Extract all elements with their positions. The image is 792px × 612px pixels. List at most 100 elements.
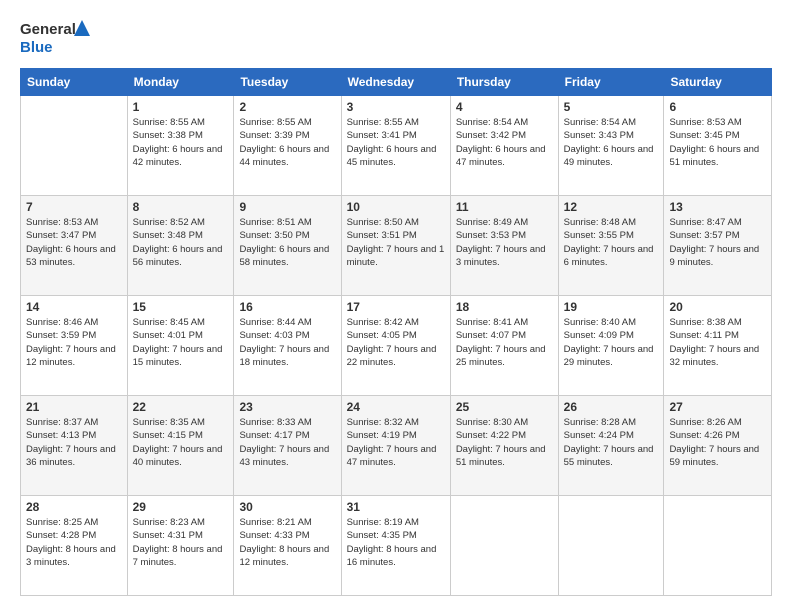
calendar-cell: 1 Sunrise: 8:55 AMSunset: 3:38 PMDaylight…	[127, 96, 234, 196]
day-number: 23	[239, 400, 335, 414]
day-info: Sunrise: 8:47 AMSunset: 3:57 PMDaylight:…	[669, 216, 766, 269]
day-number: 31	[347, 500, 445, 514]
day-number: 6	[669, 100, 766, 114]
day-info: Sunrise: 8:51 AMSunset: 3:50 PMDaylight:…	[239, 216, 335, 269]
calendar-cell: 9 Sunrise: 8:51 AMSunset: 3:50 PMDaylight…	[234, 196, 341, 296]
day-number: 11	[456, 200, 553, 214]
day-info: Sunrise: 8:25 AMSunset: 4:28 PMDaylight:…	[26, 516, 122, 569]
day-info: Sunrise: 8:55 AMSunset: 3:38 PMDaylight:…	[133, 116, 229, 169]
calendar-body: 1 Sunrise: 8:55 AMSunset: 3:38 PMDaylight…	[21, 96, 772, 596]
day-info: Sunrise: 8:38 AMSunset: 4:11 PMDaylight:…	[669, 316, 766, 369]
day-info: Sunrise: 8:44 AMSunset: 4:03 PMDaylight:…	[239, 316, 335, 369]
day-number: 24	[347, 400, 445, 414]
day-info: Sunrise: 8:50 AMSunset: 3:51 PMDaylight:…	[347, 216, 445, 269]
day-info: Sunrise: 8:23 AMSunset: 4:31 PMDaylight:…	[133, 516, 229, 569]
day-info: Sunrise: 8:53 AMSunset: 3:45 PMDaylight:…	[669, 116, 766, 169]
calendar-cell: 17Sunrise: 8:42 AMSunset: 4:05 PMDayligh…	[341, 296, 450, 396]
header: General Blue	[20, 16, 772, 58]
calendar-cell: 2 Sunrise: 8:55 AMSunset: 3:39 PMDaylight…	[234, 96, 341, 196]
day-number: 14	[26, 300, 122, 314]
calendar-cell: 18 Sunrise: 8:41 AMSunset: 4:07 PMDayligh…	[450, 296, 558, 396]
calendar-page: General Blue SundayMondayTuesdayWednesda…	[0, 0, 792, 612]
day-number: 18	[456, 300, 553, 314]
week-row-2: 7 Sunrise: 8:53 AMSunset: 3:47 PMDaylight…	[21, 196, 772, 296]
day-number: 19	[564, 300, 659, 314]
header-monday: Monday	[127, 69, 234, 96]
calendar-cell	[664, 496, 772, 596]
day-info: Sunrise: 8:33 AMSunset: 4:17 PMDaylight:…	[239, 416, 335, 469]
day-info: Sunrise: 8:46 AMSunset: 3:59 PMDaylight:…	[26, 316, 122, 369]
calendar-cell: 13 Sunrise: 8:47 AMSunset: 3:57 PMDayligh…	[664, 196, 772, 296]
day-info: Sunrise: 8:55 AMSunset: 3:39 PMDaylight:…	[239, 116, 335, 169]
day-info: Sunrise: 8:54 AMSunset: 3:43 PMDaylight:…	[564, 116, 659, 169]
calendar-cell: 5Sunrise: 8:54 AMSunset: 3:43 PMDaylight…	[558, 96, 664, 196]
calendar-cell: 26 Sunrise: 8:28 AMSunset: 4:24 PMDayligh…	[558, 396, 664, 496]
calendar-cell: 30Sunrise: 8:21 AMSunset: 4:33 PMDayligh…	[234, 496, 341, 596]
calendar-cell: 28 Sunrise: 8:25 AMSunset: 4:28 PMDayligh…	[21, 496, 128, 596]
day-number: 30	[239, 500, 335, 514]
day-number: 20	[669, 300, 766, 314]
day-info: Sunrise: 8:45 AMSunset: 4:01 PMDaylight:…	[133, 316, 229, 369]
day-number: 4	[456, 100, 553, 114]
calendar-cell: 8 Sunrise: 8:52 AMSunset: 3:48 PMDaylight…	[127, 196, 234, 296]
calendar-cell: 22 Sunrise: 8:35 AMSunset: 4:15 PMDayligh…	[127, 396, 234, 496]
calendar-cell: 4Sunrise: 8:54 AMSunset: 3:42 PMDaylight…	[450, 96, 558, 196]
header-friday: Friday	[558, 69, 664, 96]
calendar-cell: 21 Sunrise: 8:37 AMSunset: 4:13 PMDayligh…	[21, 396, 128, 496]
calendar-cell: 14 Sunrise: 8:46 AMSunset: 3:59 PMDayligh…	[21, 296, 128, 396]
day-number: 10	[347, 200, 445, 214]
day-info: Sunrise: 8:28 AMSunset: 4:24 PMDaylight:…	[564, 416, 659, 469]
week-row-1: 1 Sunrise: 8:55 AMSunset: 3:38 PMDaylight…	[21, 96, 772, 196]
calendar-header: SundayMondayTuesdayWednesdayThursdayFrid…	[21, 69, 772, 96]
header-saturday: Saturday	[664, 69, 772, 96]
day-info: Sunrise: 8:40 AMSunset: 4:09 PMDaylight:…	[564, 316, 659, 369]
day-info: Sunrise: 8:55 AMSunset: 3:41 PMDaylight:…	[347, 116, 445, 169]
day-number: 7	[26, 200, 122, 214]
day-number: 27	[669, 400, 766, 414]
calendar-cell: 31Sunrise: 8:19 AMSunset: 4:35 PMDayligh…	[341, 496, 450, 596]
calendar-cell	[450, 496, 558, 596]
logo: General Blue	[20, 16, 90, 58]
calendar-cell: 24 Sunrise: 8:32 AMSunset: 4:19 PMDayligh…	[341, 396, 450, 496]
week-row-3: 14 Sunrise: 8:46 AMSunset: 3:59 PMDayligh…	[21, 296, 772, 396]
header-sunday: Sunday	[21, 69, 128, 96]
day-number: 9	[239, 200, 335, 214]
calendar-cell: 29Sunrise: 8:23 AMSunset: 4:31 PMDayligh…	[127, 496, 234, 596]
day-info: Sunrise: 8:52 AMSunset: 3:48 PMDaylight:…	[133, 216, 229, 269]
day-number: 21	[26, 400, 122, 414]
day-number: 12	[564, 200, 659, 214]
calendar-cell	[21, 96, 128, 196]
calendar-cell: 27Sunrise: 8:26 AMSunset: 4:26 PMDayligh…	[664, 396, 772, 496]
calendar-cell: 3Sunrise: 8:55 AMSunset: 3:41 PMDaylight…	[341, 96, 450, 196]
day-info: Sunrise: 8:32 AMSunset: 4:19 PMDaylight:…	[347, 416, 445, 469]
day-number: 16	[239, 300, 335, 314]
day-info: Sunrise: 8:41 AMSunset: 4:07 PMDaylight:…	[456, 316, 553, 369]
calendar-cell: 10 Sunrise: 8:50 AMSunset: 3:51 PMDayligh…	[341, 196, 450, 296]
calendar-cell: 12 Sunrise: 8:48 AMSunset: 3:55 PMDayligh…	[558, 196, 664, 296]
day-number: 22	[133, 400, 229, 414]
calendar-cell: 20 Sunrise: 8:38 AMSunset: 4:11 PMDayligh…	[664, 296, 772, 396]
day-info: Sunrise: 8:53 AMSunset: 3:47 PMDaylight:…	[26, 216, 122, 269]
day-info: Sunrise: 8:48 AMSunset: 3:55 PMDaylight:…	[564, 216, 659, 269]
day-number: 28	[26, 500, 122, 514]
calendar-cell: 16 Sunrise: 8:44 AMSunset: 4:03 PMDayligh…	[234, 296, 341, 396]
day-number: 2	[239, 100, 335, 114]
day-number: 8	[133, 200, 229, 214]
calendar-cell: 6 Sunrise: 8:53 AMSunset: 3:45 PMDaylight…	[664, 96, 772, 196]
calendar-cell	[558, 496, 664, 596]
day-number: 13	[669, 200, 766, 214]
day-info: Sunrise: 8:30 AMSunset: 4:22 PMDaylight:…	[456, 416, 553, 469]
day-info: Sunrise: 8:37 AMSunset: 4:13 PMDaylight:…	[26, 416, 122, 469]
day-info: Sunrise: 8:35 AMSunset: 4:15 PMDaylight:…	[133, 416, 229, 469]
calendar-cell: 15Sunrise: 8:45 AMSunset: 4:01 PMDayligh…	[127, 296, 234, 396]
header-wednesday: Wednesday	[341, 69, 450, 96]
week-row-5: 28 Sunrise: 8:25 AMSunset: 4:28 PMDayligh…	[21, 496, 772, 596]
header-row: SundayMondayTuesdayWednesdayThursdayFrid…	[21, 69, 772, 96]
day-info: Sunrise: 8:49 AMSunset: 3:53 PMDaylight:…	[456, 216, 553, 269]
week-row-4: 21 Sunrise: 8:37 AMSunset: 4:13 PMDayligh…	[21, 396, 772, 496]
day-number: 25	[456, 400, 553, 414]
day-number: 26	[564, 400, 659, 414]
day-number: 1	[133, 100, 229, 114]
header-tuesday: Tuesday	[234, 69, 341, 96]
day-number: 17	[347, 300, 445, 314]
